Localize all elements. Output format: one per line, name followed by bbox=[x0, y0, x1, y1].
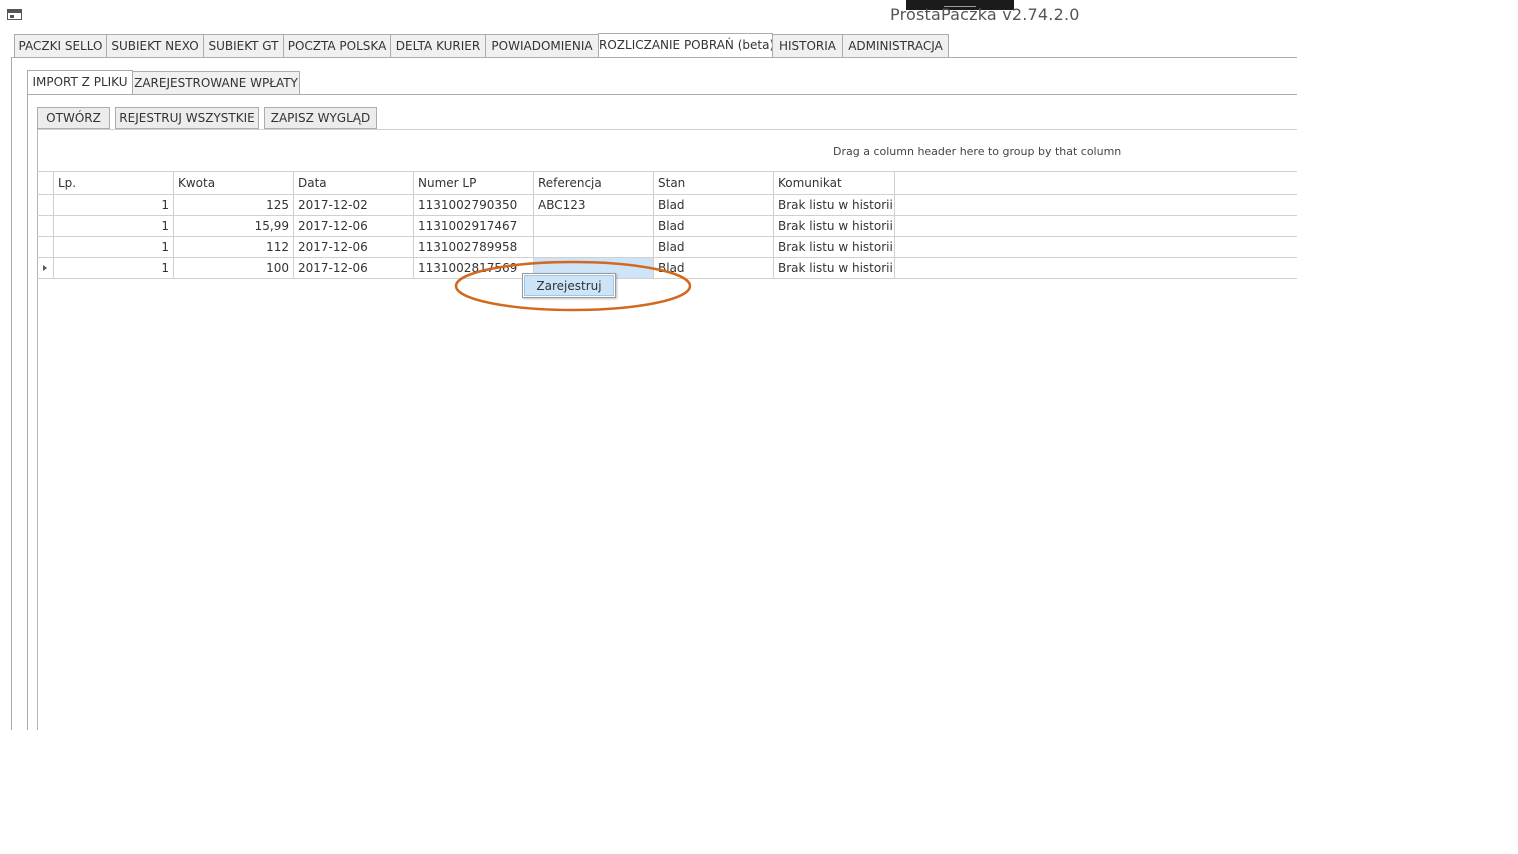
subtab-import-z-pliku[interactable]: IMPORT Z PLIKU bbox=[27, 70, 133, 95]
highlight-ellipse bbox=[454, 260, 692, 312]
save-layout-button[interactable]: ZAPISZ WYGLĄD bbox=[264, 107, 377, 129]
window-icon[interactable] bbox=[7, 9, 22, 20]
window-border bbox=[11, 57, 12, 730]
group-panel-hint[interactable]: Drag a column header here to group by th… bbox=[833, 145, 1121, 158]
table-row-cell[interactable]: 2017-12-06 bbox=[294, 237, 413, 258]
table-row-cell[interactable]: Brak listu w historii... bbox=[774, 258, 894, 279]
table-row-cell[interactable]: 1 bbox=[54, 195, 173, 216]
column-header-lp[interactable]: Lp. bbox=[54, 172, 173, 194]
sub-tabs-divider bbox=[27, 94, 1297, 95]
sub-panel-border bbox=[27, 94, 28, 730]
register-all-button[interactable]: REJESTRUJ WSZYSTKIE bbox=[115, 107, 259, 129]
column-header-data[interactable]: Data bbox=[294, 172, 413, 194]
column-header-kwota[interactable]: Kwota bbox=[174, 172, 293, 194]
table-row-cell[interactable]: Blad bbox=[654, 216, 773, 237]
table-row-cell[interactable]: 1131002917467 bbox=[414, 216, 533, 237]
subtab-zarejestrowane-wplaty[interactable]: ZAREJESTROWANE WPŁATY bbox=[132, 71, 300, 95]
table-row-cell[interactable]: 112 bbox=[174, 237, 293, 258]
tab-subiekt-nexo[interactable]: SUBIEKT NEXO bbox=[106, 34, 204, 58]
current-row-indicator-icon bbox=[43, 265, 47, 271]
column-header-komunikat[interactable]: Komunikat bbox=[774, 172, 894, 194]
table-row-cell[interactable] bbox=[534, 216, 653, 237]
open-button[interactable]: OTWÓRZ bbox=[37, 107, 110, 129]
tab-paczki-sello[interactable]: PACZKI SELLO bbox=[14, 34, 107, 58]
column-header-numer-lp[interactable]: Numer LP bbox=[414, 172, 533, 194]
tab-delta-kurier[interactable]: DELTA KURIER bbox=[390, 34, 486, 58]
table-row-cell[interactable]: Blad bbox=[654, 237, 773, 258]
main-tabs-divider bbox=[12, 57, 1297, 58]
table-row-cell[interactable]: 1131002789958 bbox=[414, 237, 533, 258]
tab-historia[interactable]: HISTORIA bbox=[772, 34, 843, 58]
table-row-cell[interactable]: Brak listu w historii... bbox=[774, 195, 894, 216]
table-row-cell[interactable]: ABC123 bbox=[534, 195, 653, 216]
table-row-cell[interactable]: Brak listu w historii... bbox=[774, 237, 894, 258]
table-row-cell[interactable]: Brak listu w historii... bbox=[774, 216, 894, 237]
tab-subiekt-gt[interactable]: SUBIEKT GT bbox=[203, 34, 284, 58]
app-title: ProstaPaczka v2.74.2.0 bbox=[890, 5, 1080, 24]
data-grid[interactable]: Drag a column header here to group by th… bbox=[37, 129, 1297, 730]
table-row-cell[interactable]: 1131002790350 bbox=[414, 195, 533, 216]
tab-poczta-polska[interactable]: POCZTA POLSKA bbox=[283, 34, 391, 58]
table-row-cell[interactable]: 1 bbox=[54, 258, 173, 279]
app-window: ProstaPaczka v2.74.2.0 PACZKI SELLO SUBI… bbox=[0, 0, 1297, 730]
table-row-cell[interactable]: 2017-12-06 bbox=[294, 216, 413, 237]
table-row-cell[interactable]: 2017-12-06 bbox=[294, 258, 413, 279]
table-row-cell[interactable] bbox=[534, 237, 653, 258]
table-row-cell[interactable]: 15,99 bbox=[174, 216, 293, 237]
table-row-cell[interactable]: 1 bbox=[54, 216, 173, 237]
table-row-cell[interactable]: 100 bbox=[174, 258, 293, 279]
column-header-stan[interactable]: Stan bbox=[654, 172, 773, 194]
column-header-referencja[interactable]: Referencja bbox=[534, 172, 653, 194]
table-row-cell[interactable]: Blad bbox=[654, 195, 773, 216]
tab-rozliczanie-pobran[interactable]: ROZLICZANIE POBRAŃ (beta) bbox=[598, 33, 774, 58]
table-row-cell[interactable]: 125 bbox=[174, 195, 293, 216]
tab-powiadomienia[interactable]: POWIADOMIENIA bbox=[485, 34, 599, 58]
table-row-cell[interactable]: 2017-12-02 bbox=[294, 195, 413, 216]
table-row-cell[interactable]: 1 bbox=[54, 237, 173, 258]
highlight-annotation bbox=[454, 260, 692, 312]
tab-administracja[interactable]: ADMINISTRACJA bbox=[842, 34, 949, 58]
